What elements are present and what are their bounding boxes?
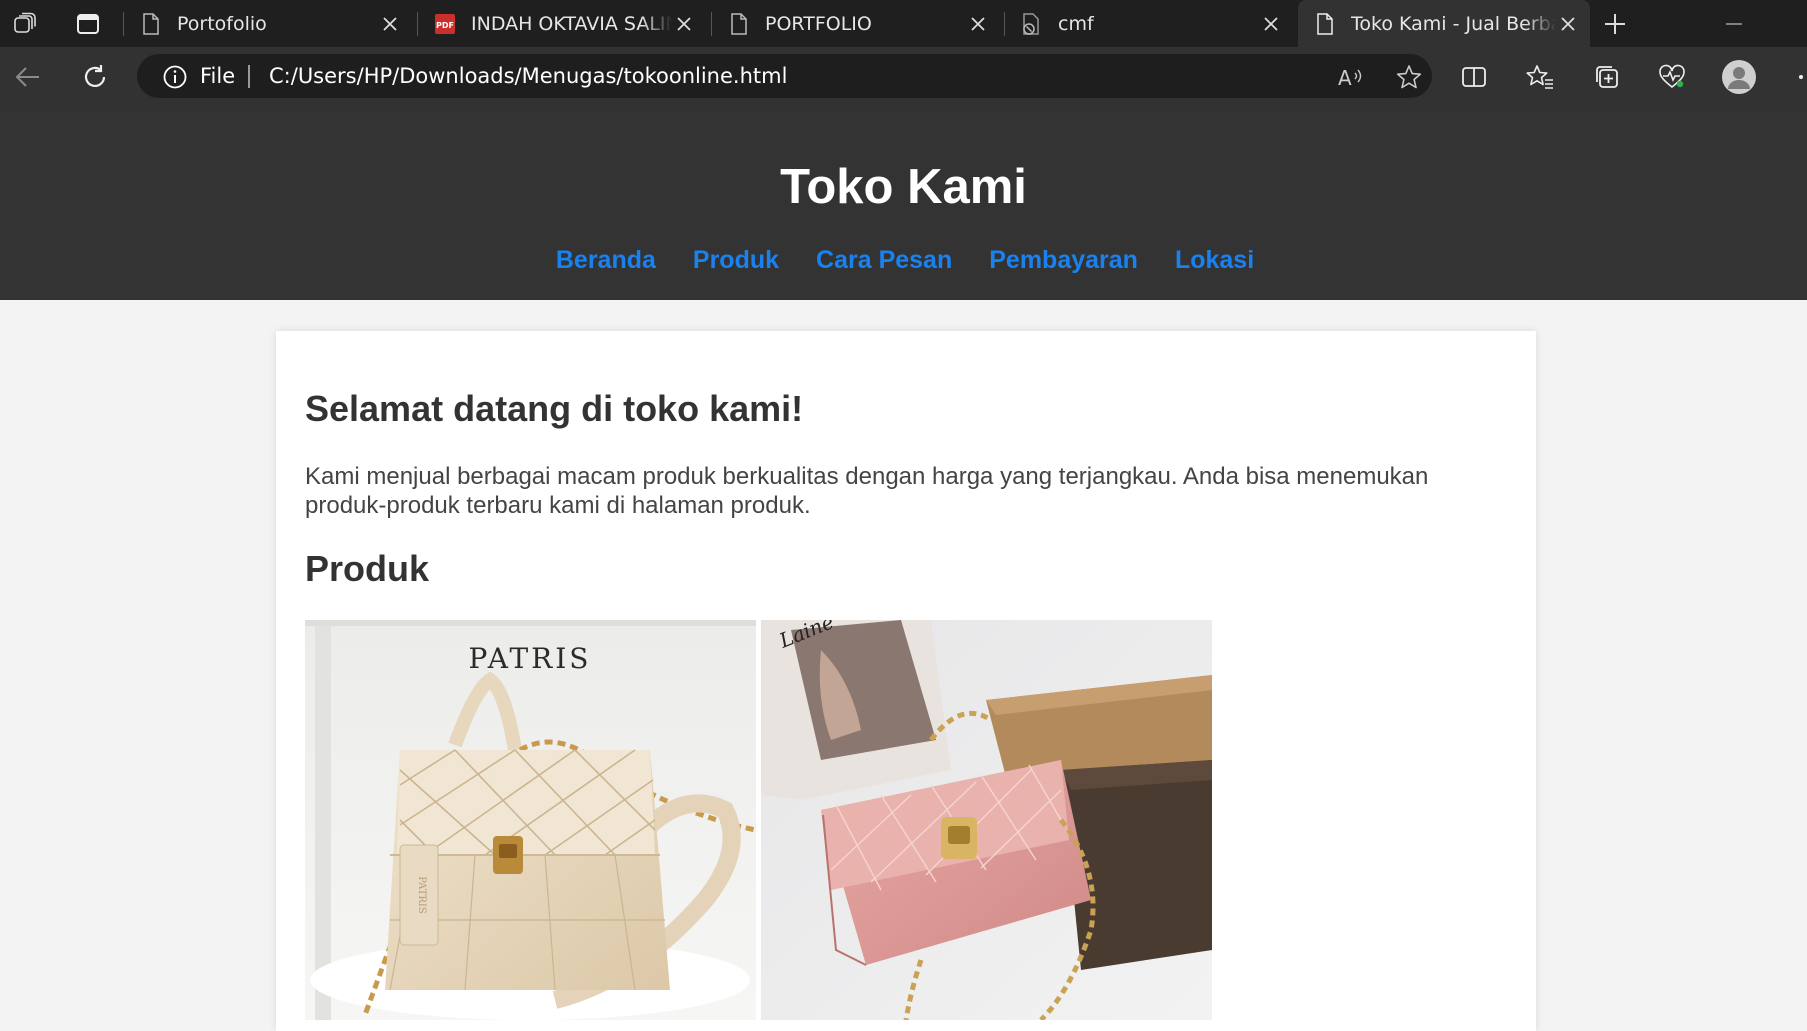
tab-pdf-indah[interactable]: PDF INDAH OKTAVIA SALIM ( — [418, 0, 706, 47]
browser-toolbar: File C:/Users/HP/Downloads/Menugas/tokoo… — [0, 47, 1807, 105]
close-icon[interactable] — [378, 12, 402, 36]
back-icon[interactable] — [10, 59, 46, 95]
profile-avatar[interactable] — [1721, 59, 1757, 95]
more-menu-icon[interactable] — [1785, 59, 1805, 95]
address-bar[interactable]: File C:/Users/HP/Downloads/Menugas/tokoo… — [137, 54, 1432, 98]
url-text[interactable]: C:/Users/HP/Downloads/Menugas/tokoonline… — [269, 64, 787, 88]
product-image-cream-bag[interactable]: PATRIS PATRIS — [305, 620, 756, 1020]
tab-cmf[interactable]: cmf — [1005, 0, 1293, 47]
page-icon — [140, 12, 162, 35]
nav-link-lokasi[interactable]: Lokasi — [1175, 246, 1254, 275]
blocked-file-icon — [1021, 12, 1043, 35]
read-aloud-icon[interactable]: A — [1337, 63, 1365, 91]
page-icon — [728, 12, 750, 35]
close-icon[interactable] — [966, 12, 990, 36]
minimize-icon[interactable] — [1717, 8, 1751, 40]
tab-portfolio-upper[interactable]: PORTFOLIO — [712, 0, 1000, 47]
favorites-icon[interactable] — [1522, 59, 1558, 95]
product-image-pink-bag[interactable]: Laine — [761, 620, 1212, 1020]
brand-text: PATRIS — [469, 642, 592, 675]
intro-text: Kami menjual berbagai macam produk berku… — [305, 463, 1429, 519]
welcome-heading: Selamat datang di toko kami! — [305, 388, 804, 429]
close-icon[interactable] — [1259, 12, 1283, 36]
tab-toko-kami[interactable]: Toko Kami - Jual Berbagai — [1298, 0, 1590, 47]
site-nav: Beranda Produk Cara Pesan Pembayaran Lok… — [0, 246, 1807, 275]
nav-link-pembayaran[interactable]: Pembayaran — [989, 246, 1138, 275]
page-icon — [1314, 12, 1336, 35]
new-tab-icon[interactable] — [1598, 8, 1632, 40]
tab-title: Portofolio — [177, 12, 267, 35]
tab-title: cmf — [1058, 12, 1094, 35]
nav-link-produk[interactable]: Produk — [693, 246, 779, 275]
tag-text: PATRIS — [416, 876, 427, 914]
products-heading: Produk — [305, 548, 430, 589]
nav-link-beranda[interactable]: Beranda — [556, 246, 656, 275]
site-header: Toko Kami Beranda Produk Cara Pesan Pemb… — [0, 105, 1807, 300]
tab-title: PORTFOLIO — [765, 12, 872, 35]
nav-link-cara-pesan[interactable]: Cara Pesan — [816, 246, 952, 275]
scheme-label: File — [200, 64, 236, 88]
close-icon[interactable] — [1556, 12, 1580, 36]
refresh-icon[interactable] — [77, 59, 113, 95]
site-title: Toko Kami — [780, 160, 1027, 214]
tab-title: INDAH OKTAVIA SALIM ( — [471, 12, 672, 35]
tab-portofolio[interactable]: Portofolio — [124, 0, 412, 47]
browser-essentials-icon[interactable] — [1654, 59, 1690, 95]
info-icon[interactable] — [163, 65, 187, 94]
content-card: Selamat datang di toko kami! Kami menjua… — [276, 331, 1536, 1031]
favorite-star-icon[interactable] — [1395, 63, 1423, 91]
pdf-icon: PDF — [434, 13, 456, 35]
pdf-badge-text: PDF — [436, 21, 454, 30]
address-divider — [248, 65, 250, 88]
tab-actions-icon[interactable] — [71, 8, 105, 40]
close-icon[interactable] — [672, 12, 696, 36]
split-screen-icon[interactable] — [1456, 59, 1492, 95]
workspaces-icon[interactable] — [8, 8, 42, 40]
collections-icon[interactable] — [1589, 59, 1625, 95]
read-aloud-glyph: A — [1338, 66, 1352, 90]
tab-title: Toko Kami - Jual Berbagai — [1351, 12, 1556, 35]
browser-tab-strip: Portofolio PDF INDAH OKTAVIA SALIM ( POR… — [0, 0, 1807, 47]
